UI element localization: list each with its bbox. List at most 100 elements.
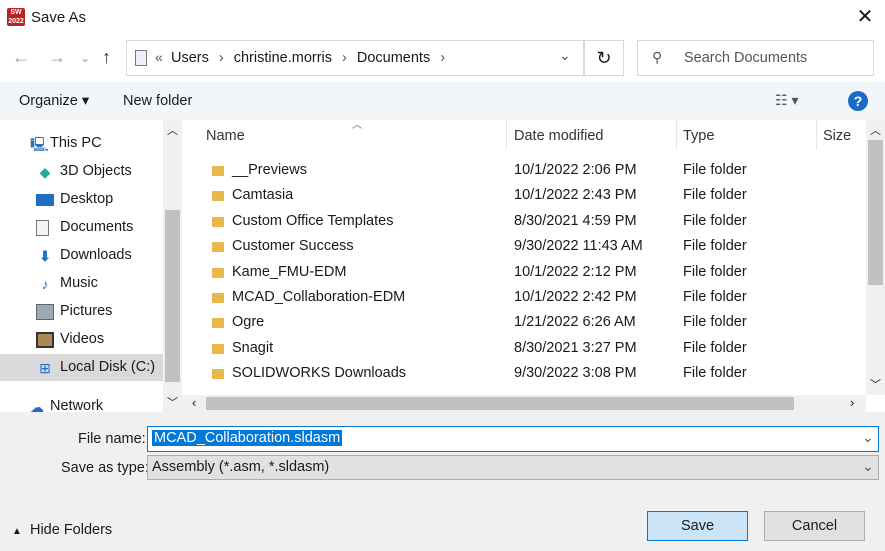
file-row[interactable]: __Previews 10/1/2022 2:06 PM File folder: [200, 158, 865, 183]
sidebar-item-local-disk[interactable]: ⊞ Local Disk (C:): [0, 354, 163, 381]
sidebar-scrollbar[interactable]: ︿ ﹀: [163, 120, 182, 412]
up-button[interactable]: ↑: [102, 47, 111, 68]
file-type: File folder: [683, 187, 747, 204]
file-row[interactable]: Custom Office Templates 8/30/2021 4:59 P…: [200, 209, 865, 234]
file-row[interactable]: MCAD_Collaboration-EDM 10/1/2022 2:42 PM…: [200, 285, 865, 310]
hide-folders-button[interactable]: ▲ Hide Folders: [12, 522, 112, 538]
new-folder-button[interactable]: New folder: [123, 93, 192, 109]
sidebar-item-pictures[interactable]: Pictures: [0, 298, 163, 325]
download-icon: ⬇: [39, 248, 51, 264]
breadcrumb-documents[interactable]: Documents: [357, 50, 430, 66]
help-button[interactable]: ?: [848, 91, 868, 111]
column-header-type[interactable]: Type: [683, 124, 714, 148]
chevron-down-icon: ⌄: [862, 458, 874, 474]
sidebar-scroll-thumb[interactable]: [165, 210, 180, 382]
scroll-down-arrow[interactable]: ﹀: [167, 394, 178, 410]
scroll-thumb[interactable]: [868, 140, 883, 285]
file-list-vscrollbar[interactable]: ︿ ﹀: [866, 120, 885, 395]
file-type: File folder: [683, 314, 747, 331]
refresh-button[interactable]: ↻: [584, 40, 624, 76]
document-icon: [135, 50, 147, 66]
file-row[interactable]: Camtasia 10/1/2022 2:43 PM File folder: [200, 183, 865, 208]
breadcrumb-overflow[interactable]: «: [155, 49, 163, 65]
sidebar-item-videos[interactable]: Videos: [0, 326, 163, 353]
sidebar-item-desktop[interactable]: Desktop: [0, 186, 163, 213]
document-icon: [36, 220, 49, 236]
picture-icon: [36, 304, 54, 320]
desktop-icon: [36, 194, 54, 206]
save-as-type-select[interactable]: Assembly (*.asm, *.sldasm) ⌄: [147, 455, 879, 480]
file-name: Ogre: [232, 314, 265, 331]
sort-ascending-icon: ︿: [352, 120, 362, 131]
save-panel: File name: MCAD_Collaboration.sldasm ⌄ S…: [0, 412, 885, 551]
cube-icon: ◆: [39, 164, 51, 180]
forward-button[interactable]: →: [48, 47, 66, 68]
file-type: File folder: [683, 289, 747, 305]
scroll-down-arrow[interactable]: ﹀: [870, 376, 881, 392]
file-row[interactable]: SOLIDWORKS Downloads 9/30/2022 3:08 PM F…: [200, 361, 865, 386]
sidebar-item-music[interactable]: ♪ Music: [0, 270, 163, 297]
folder-icon: [212, 191, 224, 202]
file-name: Custom Office Templates: [232, 212, 394, 229]
folder-icon: [212, 267, 224, 278]
file-name: SOLIDWORKS Downloads: [232, 365, 407, 382]
close-button[interactable]: ✕: [850, 4, 880, 30]
organize-button[interactable]: Organize ▾: [19, 93, 89, 109]
scroll-up-arrow[interactable]: ︿: [870, 122, 881, 138]
file-name: MCAD_Collaboration-EDM: [232, 289, 406, 305]
column-header-size[interactable]: Size: [823, 124, 851, 148]
window-title: Save As: [31, 9, 87, 26]
file-row[interactable]: Snagit 8/30/2021 3:27 PM File folder: [200, 336, 865, 361]
file-name: __Previews: [232, 162, 307, 178]
folder-icon: [212, 216, 224, 227]
folder-icon: [212, 293, 224, 303]
address-dropdown-icon[interactable]: ⌄: [559, 47, 571, 64]
file-type: File folder: [683, 365, 747, 382]
file-date: 9/30/2022 3:08 PM: [514, 365, 637, 382]
navigation-pane: 🖳 This PC ◆ 3D Objects Desktop Documents ⬇…: [0, 120, 182, 415]
file-date: 10/1/2022 2:42 PM: [514, 289, 637, 305]
folder-icon: [212, 242, 224, 253]
music-icon: ♪: [41, 276, 49, 292]
scroll-right-arrow[interactable]: ›: [850, 395, 854, 410]
file-date: 8/30/2021 4:59 PM: [514, 212, 637, 229]
save-as-type-label: Save as type:: [61, 460, 149, 476]
address-bar[interactable]: « Users › christine.morris › Documents › ⌄: [126, 40, 584, 76]
file-date: 9/30/2022 11:43 AM: [514, 238, 643, 255]
file-name: Kame_FMU-EDM: [232, 263, 347, 280]
file-name-input[interactable]: MCAD_Collaboration.sldasm ⌄: [147, 426, 879, 452]
sidebar-item-downloads[interactable]: ⬇ Downloads: [0, 242, 163, 269]
file-date: 10/1/2022 2:06 PM: [514, 162, 637, 178]
hscroll-thumb[interactable]: [206, 397, 794, 410]
file-row[interactable]: Customer Success 9/30/2022 11:43 AM File…: [200, 234, 865, 259]
back-button[interactable]: ←: [12, 47, 30, 68]
column-header-name[interactable]: Name: [206, 124, 245, 148]
scroll-up-arrow[interactable]: ︿: [167, 122, 178, 138]
file-name: Snagit: [232, 339, 274, 356]
save-button[interactable]: Save: [647, 511, 748, 541]
column-header-date[interactable]: Date modified: [514, 124, 603, 148]
recent-locations-dropdown[interactable]: ⌄: [80, 51, 90, 65]
chevron-up-icon: ▲: [12, 526, 22, 537]
file-name-label: File name:: [78, 431, 146, 447]
disk-icon: ⊞: [39, 360, 51, 376]
file-row[interactable]: Kame_FMU-EDM 10/1/2022 2:12 PM File fold…: [200, 260, 865, 285]
folder-icon: [212, 343, 224, 354]
view-options-icon[interactable]: ☷ ▾: [775, 92, 798, 109]
search-input[interactable]: ⚲ Search Documents: [637, 40, 874, 76]
file-type: File folder: [683, 212, 747, 229]
sidebar-item-this-pc[interactable]: 🖳 This PC: [0, 130, 163, 157]
file-name: Camtasia: [232, 187, 294, 204]
sidebar-item-documents[interactable]: Documents: [0, 214, 163, 241]
video-icon: [36, 332, 54, 348]
breadcrumb: Users › christine.morris › Documents ›: [171, 50, 446, 66]
cancel-button[interactable]: Cancel: [764, 511, 865, 541]
search-icon: ⚲: [652, 49, 663, 65]
file-list-hscrollbar[interactable]: ‹ ›: [182, 395, 866, 412]
sidebar-item-3d-objects[interactable]: ◆ 3D Objects: [0, 158, 163, 185]
breadcrumb-users[interactable]: Users: [171, 50, 209, 66]
file-date: 10/1/2022 2:12 PM: [514, 263, 637, 280]
scroll-left-arrow[interactable]: ‹: [192, 395, 196, 410]
breadcrumb-christine-morris[interactable]: christine.morris: [234, 50, 332, 66]
file-row[interactable]: Ogre 1/21/2022 6:26 AM File folder: [200, 310, 865, 335]
